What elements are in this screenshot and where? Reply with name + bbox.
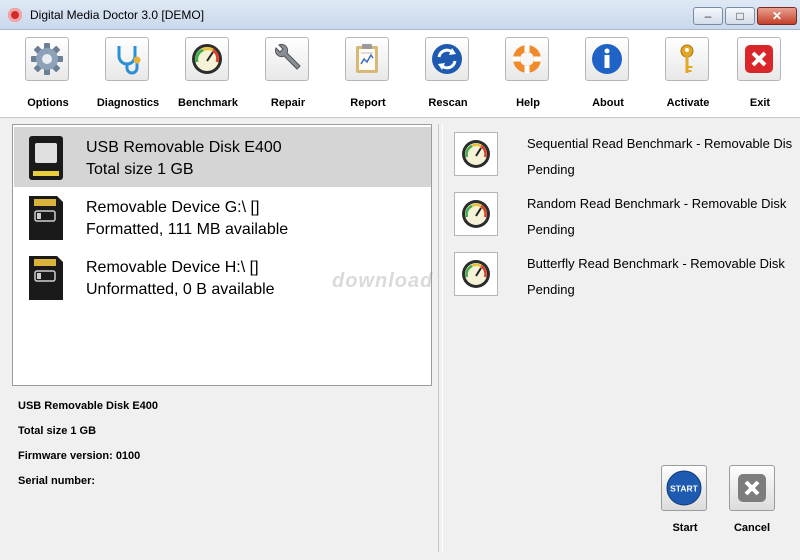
device-name: USB Removable Disk E400	[86, 139, 282, 156]
exit-label: Exit	[749, 97, 771, 109]
window-title: Digital Media Doctor 3.0 [DEMO]	[30, 8, 205, 22]
benchmark-label: Benchmark	[178, 97, 238, 109]
detail-serial: Serial number:	[18, 475, 96, 487]
benchmark-button[interactable]: Benchmark	[168, 34, 248, 116]
panel-separator	[438, 124, 443, 552]
clipboard-icon	[345, 37, 389, 81]
device-name: Removable Device H:\ []	[86, 259, 259, 276]
rescan-label: Rescan	[428, 97, 468, 109]
diagnostics-button[interactable]: Diagnostics	[88, 34, 168, 116]
watermark: download	[332, 270, 434, 292]
device-row-usb-e400[interactable]: USB Removable Disk E400 Total size 1 GB	[14, 127, 431, 187]
repair-label: Repair	[270, 97, 306, 109]
detail-firmware: Firmware version: 0100	[18, 450, 141, 462]
options-label: Options	[27, 97, 69, 109]
benchmark-status: Pending	[527, 222, 575, 237]
toolbar: Options Diagnostics Benchmark Repair Rep…	[0, 30, 800, 118]
device-detail: Formatted, 111 MB available	[86, 221, 289, 238]
benchmark-item-random[interactable]: Random Read Benchmark - Removable Disk P…	[452, 192, 800, 248]
about-button[interactable]: About	[568, 34, 648, 116]
activate-label: Activate	[666, 97, 710, 109]
help-label: Help	[516, 97, 540, 109]
rescan-button[interactable]: Rescan	[408, 34, 488, 116]
exit-icon	[737, 37, 781, 81]
start-icon-text: START	[670, 484, 699, 494]
start-label: Start	[672, 522, 698, 534]
benchmark-name: Sequential Read Benchmark - Removable Di…	[527, 136, 793, 151]
sd-card-icon	[28, 255, 64, 301]
device-name: Removable Device G:\ []	[86, 199, 260, 216]
device-detail: Total size 1 GB	[86, 161, 194, 178]
cancel-icon	[738, 474, 766, 502]
benchmark-item-sequential[interactable]: Sequential Read Benchmark - Removable Di…	[452, 132, 800, 188]
report-label: Report	[350, 97, 386, 109]
about-label: About	[592, 97, 624, 109]
benchmark-name: Butterfly Read Benchmark - Removable Dis…	[527, 256, 785, 271]
minimize-button[interactable]: –	[693, 7, 723, 25]
diagnostics-label: Diagnostics	[96, 97, 160, 109]
wrench-icon	[265, 37, 309, 81]
device-list[interactable]: USB Removable Disk E400 Total size 1 GB …	[12, 124, 432, 386]
exit-button[interactable]: Exit	[720, 34, 800, 116]
cancel-label: Cancel	[733, 522, 771, 534]
info-icon	[585, 37, 629, 81]
options-button[interactable]: Options	[8, 34, 88, 116]
app-icon	[8, 8, 22, 22]
refresh-icon	[425, 37, 469, 81]
device-detail: Unformatted, 0 B available	[86, 281, 275, 298]
stethoscope-icon	[105, 37, 149, 81]
lifebuoy-icon	[505, 37, 549, 81]
gear-icon	[25, 37, 69, 81]
gauge-icon	[454, 192, 498, 236]
usb-drive-icon	[28, 135, 64, 181]
title-bar: Digital Media Doctor 3.0 [DEMO] – □ ✕	[0, 0, 800, 30]
report-button[interactable]: Report	[328, 34, 408, 116]
help-button[interactable]: Help	[488, 34, 568, 116]
cancel-button[interactable]	[729, 465, 775, 511]
benchmark-status: Pending	[527, 162, 575, 177]
activate-button[interactable]: Activate	[648, 34, 728, 116]
close-button[interactable]: ✕	[757, 7, 797, 25]
sd-card-icon	[28, 195, 64, 241]
start-button[interactable]: START	[661, 465, 707, 511]
maximize-button[interactable]: □	[725, 7, 755, 25]
gauge-icon	[454, 252, 498, 296]
device-details: USB Removable Disk E400 Total size 1 GB …	[18, 400, 428, 500]
repair-button[interactable]: Repair	[248, 34, 328, 116]
key-icon	[665, 37, 709, 81]
benchmark-item-butterfly[interactable]: Butterfly Read Benchmark - Removable Dis…	[452, 252, 800, 308]
device-row-g[interactable]: Removable Device G:\ [] Formatted, 111 M…	[14, 187, 431, 247]
benchmark-status: Pending	[527, 282, 575, 297]
detail-name: USB Removable Disk E400	[18, 400, 159, 412]
gauge-icon	[454, 132, 498, 176]
start-icon: START	[666, 470, 702, 506]
gauge-icon	[185, 37, 229, 81]
benchmark-name: Random Read Benchmark - Removable Disk	[527, 196, 787, 211]
detail-size: Total size 1 GB	[18, 425, 97, 437]
